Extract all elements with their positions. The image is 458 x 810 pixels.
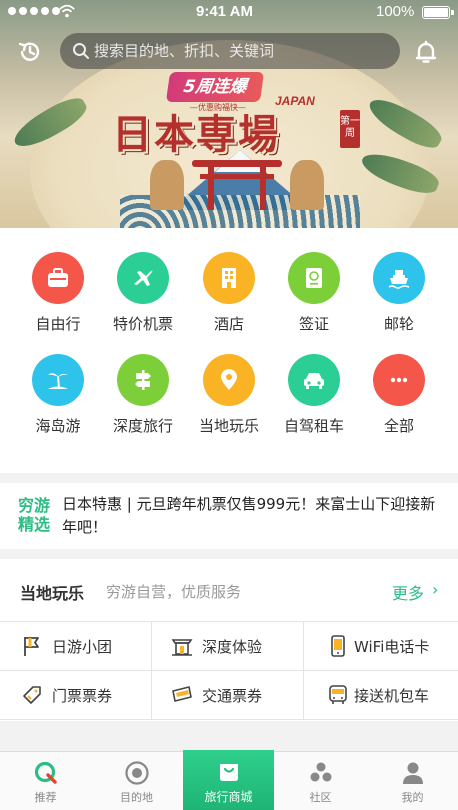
category-label: 自由行 [35,315,81,333]
cruise-ship-icon [373,252,425,304]
category-free-travel[interactable]: 自由行 [18,252,98,344]
search-bar[interactable] [60,33,400,69]
battery-percent: 100% [376,3,415,20]
status-time: 9:41 AM [196,3,253,20]
category-label: 特价机票 [112,315,173,333]
suitcase-icon [32,252,84,304]
promo-badge-line2: 精选 [18,515,51,534]
flag-icon [24,637,39,656]
tab-travel-mall[interactable]: 旅行商城 [183,750,274,810]
hotel-building-icon [203,252,255,304]
tab-community[interactable]: 社区 [275,752,366,810]
promo-news[interactable]: 穷游 精选 日本特惠 | 元旦跨年机票仅售999元！来富士山下迎接新年吧！ [0,483,458,549]
local-item-transit-tickets[interactable]: 交通票券 [152,671,304,720]
deer-illustration [150,160,184,210]
category-label: 全部 [383,417,414,435]
category-local-fun[interactable]: 当地玩乐 [189,354,269,446]
car-icon [288,354,340,406]
signal-dots-icon [8,7,60,15]
tab-label: 目的地 [120,791,153,804]
more-link[interactable]: 更多 [392,580,424,604]
wifi-icon [59,4,75,18]
torii-gate-illustration [192,160,282,210]
local-item-label: 交通票券 [202,687,263,705]
anniversary-badge: 5周连爆 [165,72,265,102]
local-item-label: WiFi电话卡 [354,638,430,656]
category-cruise[interactable]: 邮轮 [359,252,439,344]
chevron-right-icon[interactable]: › [432,580,438,599]
local-item-day-tour[interactable]: 日游小团 [0,622,152,671]
section-title: 当地玩乐 [20,584,85,603]
tab-label: 我的 [401,791,424,804]
history-icon[interactable] [16,38,44,66]
deer-illustration [290,160,324,210]
category-label: 当地玩乐 [198,417,259,435]
category-label: 深度旅行 [112,417,173,435]
banner-title: 日本専場 [112,111,280,158]
tab-label: 推荐 [34,791,57,804]
category-flights[interactable]: 特价机票 [103,252,183,344]
bus-icon [329,685,347,704]
local-item-label: 日游小团 [52,638,113,656]
community-icon [310,762,331,782]
qyer-picks-badge: 穷游 精选 [18,496,54,536]
local-item-airport-transfer[interactable]: 接送机包车 [304,671,458,720]
status-bar: 9:41 AM 100% [0,0,458,26]
category-car-rental[interactable]: 自驾租车 [274,354,354,446]
airplane-icon [117,252,169,304]
category-deep-travel[interactable]: 深度旅行 [103,354,183,446]
section-subtitle: 穷游自营，优质服务 [106,583,242,601]
tab-recommend[interactable]: 推荐 [0,752,91,810]
promo-badge-line1: 穷游 [18,496,51,515]
promo-text: 日本特惠 | 元旦跨年机票仅售999元！来富士山下迎接新年吧！ [62,495,436,536]
search-icon [73,43,89,59]
target-icon [124,761,149,785]
local-fun-header: 当地玩乐 穷游自营，优质服务 更多 › [0,559,458,622]
signpost-icon [117,354,169,406]
search-input[interactable] [94,33,384,69]
tab-label: 社区 [309,791,332,804]
category-label: 酒店 [213,315,244,333]
local-item-label: 门票票券 [52,687,113,705]
q-logo-icon [34,761,57,784]
more-dots-icon [373,354,425,406]
category-hotel[interactable]: 酒店 [189,252,269,344]
tab-profile[interactable]: 我的 [367,752,458,810]
category-island[interactable]: 海岛游 [18,354,98,446]
location-pin-icon [203,354,255,406]
category-grid: 自由行 特价机票 酒店 签证 邮轮 海岛游 深度旅行 当地玩乐 自驾租车 全部 [0,228,458,473]
local-item-label: 深度体验 [202,638,263,656]
battery-icon [422,6,454,19]
phone-icon [331,635,345,657]
category-label: 海岛游 [35,417,81,435]
category-label: 签证 [298,315,329,333]
category-all[interactable]: 全部 [359,354,439,446]
tab-label: 旅行商城 [204,790,253,804]
shopping-bag-icon [219,764,238,781]
local-fun-section: 当地玩乐 穷游自营，优质服务 更多 › 日游小团 深度体验 WiFi电话卡 门票… [0,559,458,721]
local-item-label: 接送机包车 [354,687,430,705]
ticket-tag-icon [23,686,41,704]
person-icon [402,762,423,784]
palm-tree-icon [32,354,84,406]
category-label: 自驾租车 [283,417,344,435]
category-visa[interactable]: 签证 [274,252,354,344]
bell-icon[interactable] [412,38,440,66]
transit-card-icon [172,686,192,702]
tab-destination[interactable]: 目的地 [91,752,182,810]
banner-issue-tag: 第一周 [340,110,360,148]
temple-icon [171,639,193,656]
passport-icon [288,252,340,304]
local-item-tickets[interactable]: 门票票券 [0,671,152,720]
local-item-wifi-sim[interactable]: WiFi电话卡 [304,622,458,671]
category-label: 邮轮 [383,315,414,333]
bottom-tab-bar: 推荐 目的地 旅行商城 社区 我的 [0,750,458,810]
local-item-deep-experience[interactable]: 深度体验 [152,622,304,671]
